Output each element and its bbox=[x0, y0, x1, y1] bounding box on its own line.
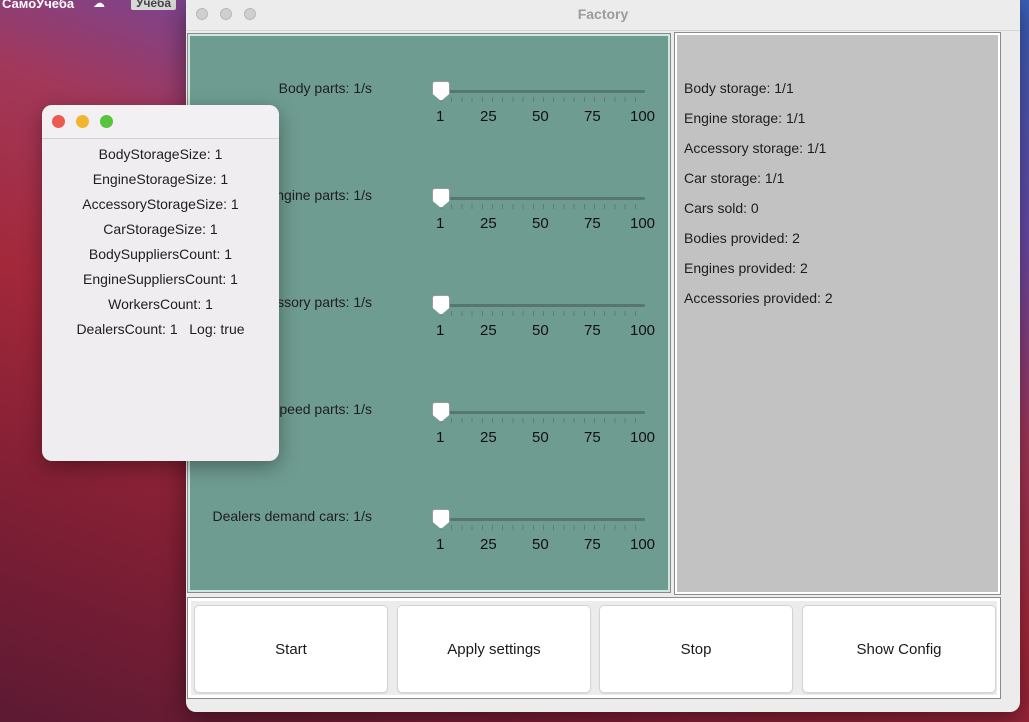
tick-label: 25 bbox=[480, 322, 497, 339]
tick-label: 1 bbox=[436, 536, 445, 553]
config-titlebar[interactable] bbox=[42, 105, 279, 139]
config-dealers-log: DealersCount: 1 Log: true bbox=[76, 321, 245, 337]
tick-label: 100 bbox=[630, 215, 656, 232]
stat-body-storage: Body storage: 1/1 bbox=[684, 80, 794, 96]
slider-dealers-demand: Dealers demand cars: 1/s 1 25 50 75 100 bbox=[190, 508, 668, 578]
tick-label: 25 bbox=[480, 429, 497, 446]
minimize-icon[interactable] bbox=[76, 115, 89, 128]
window-titlebar[interactable]: Factory bbox=[186, 0, 1020, 31]
tick-label: 50 bbox=[532, 429, 549, 446]
tick-label: 50 bbox=[532, 108, 549, 125]
tick-label: 50 bbox=[532, 536, 549, 553]
stat-bodies-provided: Bodies provided: 2 bbox=[684, 230, 800, 246]
tick-label: 100 bbox=[630, 536, 656, 553]
tick-label: 75 bbox=[584, 536, 601, 553]
stat-accessory-storage: Accessory storage: 1/1 bbox=[684, 140, 827, 156]
window-title: Factory bbox=[577, 6, 629, 22]
tick-label: 75 bbox=[584, 429, 601, 446]
tick-label: 1 bbox=[436, 108, 445, 125]
stat-cars-sold: Cars sold: 0 bbox=[684, 200, 759, 216]
tick-label: 1 bbox=[436, 429, 445, 446]
maximize-icon[interactable] bbox=[100, 115, 113, 128]
slider-ticks bbox=[441, 311, 645, 316]
stop-button[interactable]: Stop bbox=[599, 605, 793, 693]
tick-label: 100 bbox=[630, 322, 656, 339]
config-engine-suppliers-count: EngineSuppliersCount: 1 bbox=[83, 271, 238, 287]
slider-ticks bbox=[441, 525, 645, 530]
tick-label: 1 bbox=[436, 322, 445, 339]
config-car-storage-size: CarStorageSize: 1 bbox=[103, 221, 218, 237]
factory-window: Factory Body parts: 1/s 1 25 50 75 100 E… bbox=[186, 0, 1020, 712]
tick-label: 50 bbox=[532, 215, 549, 232]
cloud-icon: ☁ bbox=[93, 0, 105, 10]
tick-label: 100 bbox=[630, 108, 656, 125]
slider-track[interactable] bbox=[441, 411, 645, 414]
tick-label: 25 bbox=[480, 108, 497, 125]
tick-label: 1 bbox=[436, 215, 445, 232]
desktop-label-samoucheba[interactable]: СамоУчеба bbox=[2, 0, 74, 11]
config-body-storage-size: BodyStorageSize: 1 bbox=[98, 146, 223, 162]
start-button[interactable]: Start bbox=[194, 605, 388, 693]
close-icon[interactable] bbox=[52, 115, 65, 128]
slider-track[interactable] bbox=[441, 304, 645, 307]
tick-label: 25 bbox=[480, 536, 497, 553]
stat-car-storage: Car storage: 1/1 bbox=[684, 170, 785, 186]
stat-accessories-provided: Accessories provided: 2 bbox=[684, 290, 833, 306]
tick-label: 75 bbox=[584, 215, 601, 232]
stat-engines-provided: Engines provided: 2 bbox=[684, 260, 808, 276]
slider-track[interactable] bbox=[441, 518, 645, 521]
slider-track[interactable] bbox=[441, 90, 645, 93]
desktop-label-ucheba[interactable]: Учеба bbox=[131, 0, 177, 10]
config-engine-storage-size: EngineStorageSize: 1 bbox=[92, 171, 229, 187]
tick-label: 75 bbox=[584, 322, 601, 339]
config-workers-count: WorkersCount: 1 bbox=[108, 296, 213, 312]
button-bar: Start Apply settings Stop Show Config bbox=[187, 597, 1001, 699]
slider-ticks bbox=[441, 97, 645, 102]
slider-ticks bbox=[441, 204, 645, 209]
slider-track[interactable] bbox=[441, 197, 645, 200]
config-accessory-storage-size: AccessoryStorageSize: 1 bbox=[82, 196, 239, 212]
config-window: BodyStorageSize: 1 EngineStorageSize: 1 … bbox=[42, 105, 279, 461]
slider-ticks bbox=[441, 418, 645, 423]
tick-label: 100 bbox=[630, 429, 656, 446]
tick-label: 50 bbox=[532, 322, 549, 339]
config-body-suppliers-count: BodySuppliersCount: 1 bbox=[88, 246, 233, 262]
slider-label: Engine parts: 1/s bbox=[266, 187, 372, 203]
show-config-button[interactable]: Show Config bbox=[802, 605, 996, 693]
stat-engine-storage: Engine storage: 1/1 bbox=[684, 110, 806, 126]
apply-settings-button[interactable]: Apply settings bbox=[397, 605, 591, 693]
tick-label: 25 bbox=[480, 215, 497, 232]
slider-label: Dealers demand cars: 1/s bbox=[212, 508, 372, 524]
tick-label: 75 bbox=[584, 108, 601, 125]
slider-label: Body parts: 1/s bbox=[278, 80, 372, 96]
stats-panel: Body storage: 1/1 Engine storage: 1/1 Ac… bbox=[674, 32, 1001, 595]
